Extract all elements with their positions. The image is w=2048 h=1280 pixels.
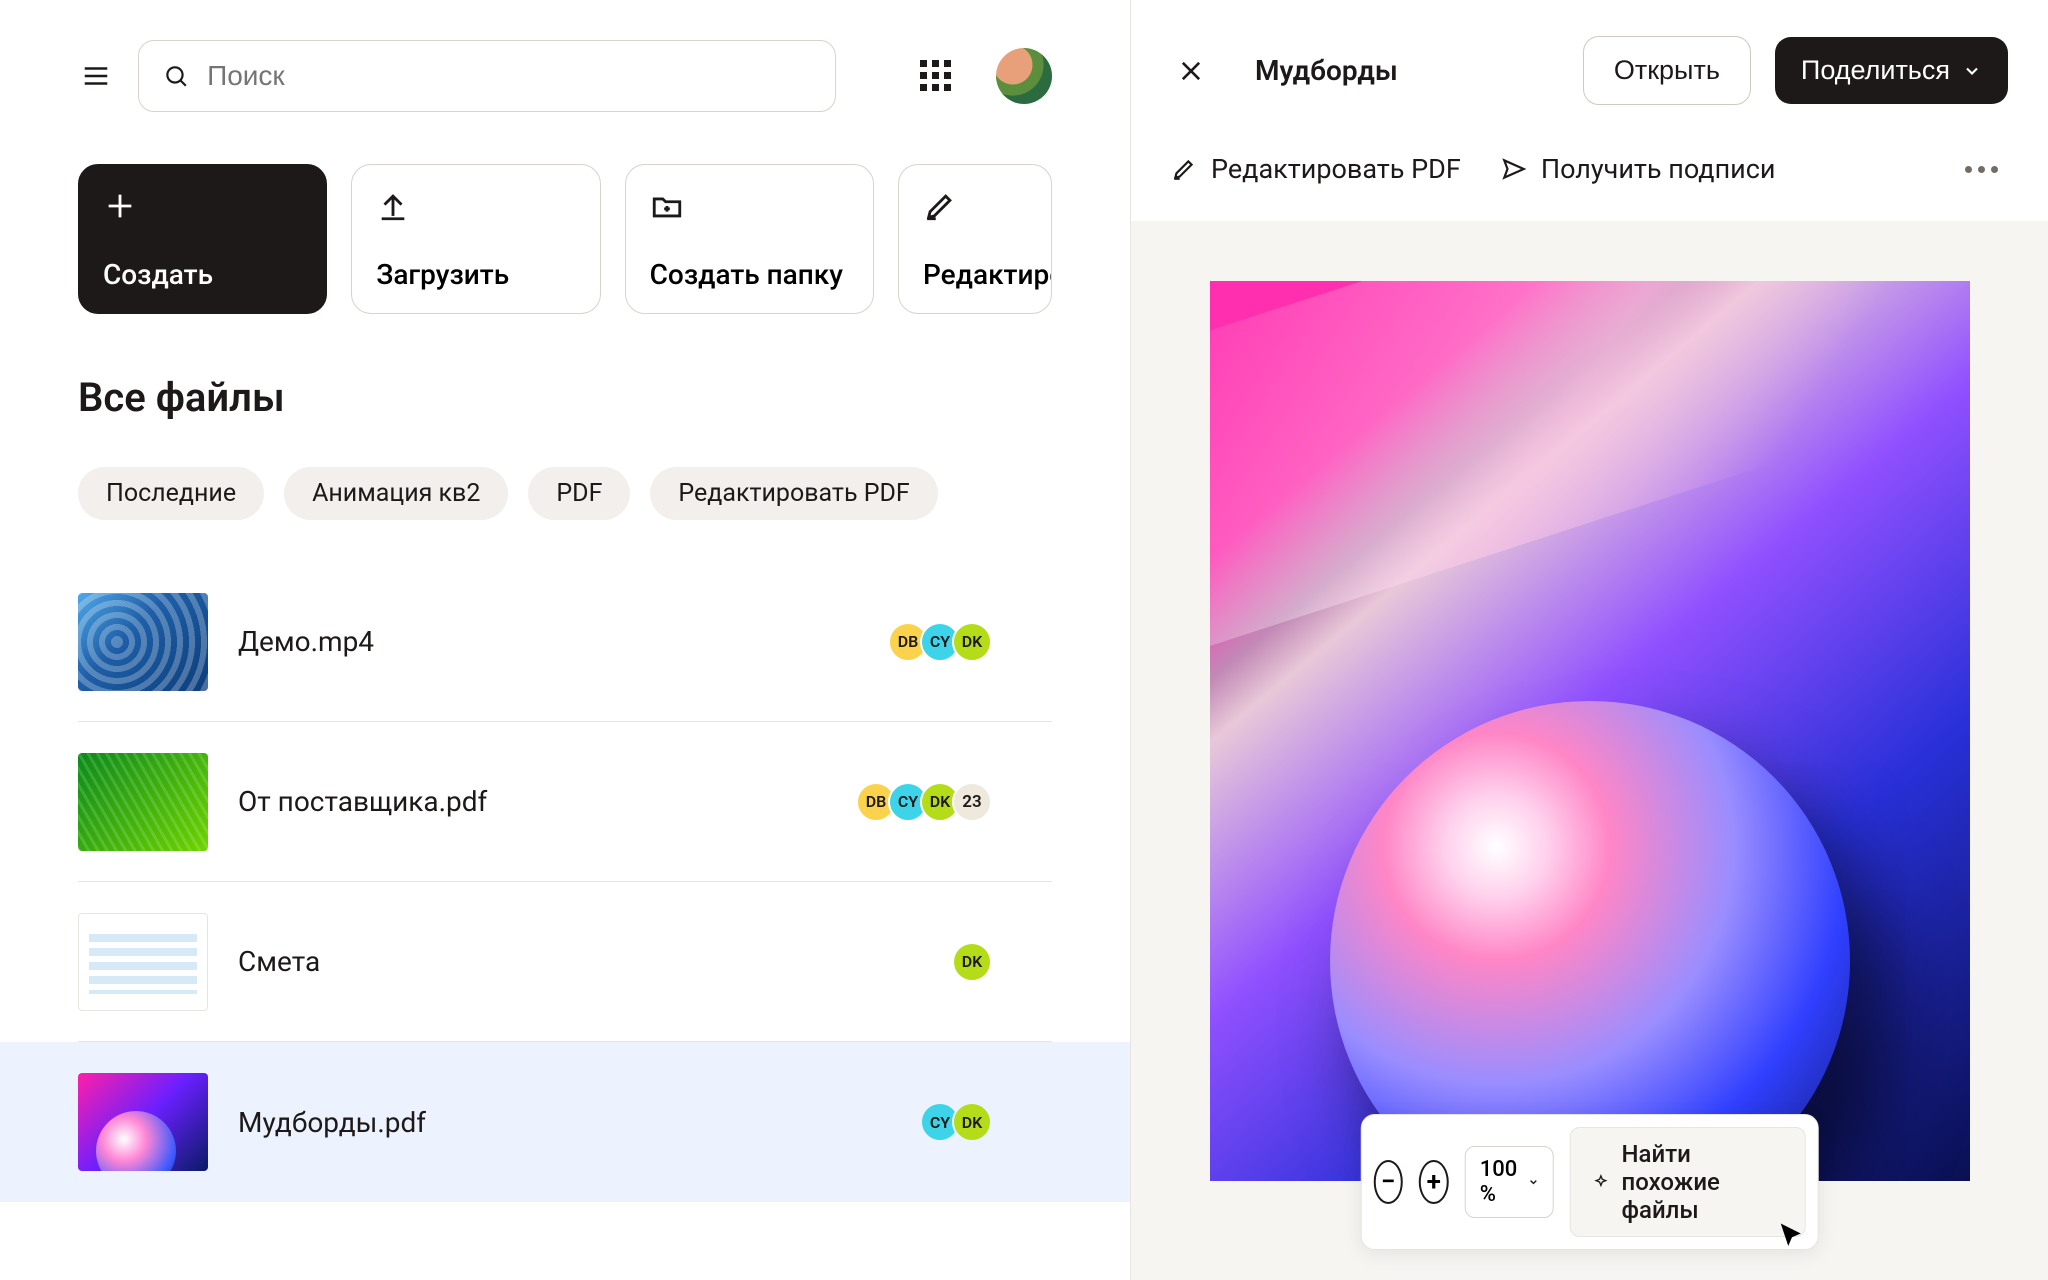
avatar-badge: DK <box>952 622 992 662</box>
chip-recent[interactable]: Последние <box>78 467 264 520</box>
edit-label: Редактиро <box>923 258 1027 291</box>
pencil-icon <box>1171 156 1197 182</box>
edit-pdf-label: Редактировать PDF <box>1211 153 1461 185</box>
pencil-icon <box>923 189 1027 231</box>
more-menu[interactable] <box>1955 156 2008 183</box>
open-button[interactable]: Открыть <box>1583 36 1751 105</box>
create-label: Создать <box>103 258 302 291</box>
chevron-down-icon <box>1528 1174 1539 1190</box>
file-name: Мудборды.pdf <box>238 1106 890 1139</box>
close-button[interactable] <box>1171 51 1211 91</box>
share-button[interactable]: Поделиться <box>1775 37 2008 104</box>
upload-label: Загрузить <box>376 258 575 291</box>
cursor-icon <box>1776 1221 1806 1255</box>
close-icon <box>1177 57 1205 85</box>
file-row[interactable]: Демо.mp4 DB CY DK <box>78 562 1052 722</box>
search-input[interactable] <box>207 60 811 92</box>
preview-toolbar: − + 100 % Найти похожие файлы <box>1360 1114 1819 1250</box>
apps-grid-icon[interactable] <box>920 60 952 92</box>
zoom-select[interactable]: 100 % <box>1465 1146 1555 1218</box>
file-name: Смета <box>238 945 922 978</box>
plus-icon <box>103 189 302 231</box>
chip-animation[interactable]: Анимация кв2 <box>284 467 508 520</box>
avatar-badge: DK <box>952 942 992 982</box>
preview-area: − + 100 % Найти похожие файлы <box>1131 221 2048 1280</box>
section-title: Все файлы <box>0 314 1130 421</box>
file-thumbnail <box>78 753 208 851</box>
file-row[interactable]: От поставщика.pdf DB CY DK 23 <box>78 722 1052 882</box>
create-folder-label: Создать папку <box>650 258 849 291</box>
chip-edit-pdf[interactable]: Редактировать PDF <box>650 467 937 520</box>
find-similar-button[interactable]: Найти похожие файлы <box>1570 1127 1806 1237</box>
chevron-down-icon <box>1962 61 1982 81</box>
send-icon <box>1501 156 1527 182</box>
file-thumbnail <box>78 593 208 691</box>
file-thumbnail <box>78 1073 208 1171</box>
folder-plus-icon <box>650 189 849 231</box>
edit-pdf-link[interactable]: Редактировать PDF <box>1171 153 1461 185</box>
share-label: Поделиться <box>1801 55 1950 86</box>
file-row-selected[interactable]: Мудборды.pdf CY DK <box>0 1042 1130 1202</box>
file-name: От поставщика.pdf <box>238 785 826 818</box>
file-collaborators: DB CY DK 23 <box>856 782 992 822</box>
file-collaborators: DK <box>952 942 992 982</box>
zoom-value: 100 % <box>1480 1157 1522 1207</box>
get-signatures-label: Получить подписи <box>1541 153 1776 185</box>
get-signatures-link[interactable]: Получить подписи <box>1501 153 1776 185</box>
file-list: Демо.mp4 DB CY DK От поставщика.pdf DB C… <box>0 520 1130 1202</box>
upload-button[interactable]: Загрузить <box>351 164 600 314</box>
file-thumbnail <box>78 913 208 1011</box>
find-similar-label: Найти похожие файлы <box>1622 1140 1783 1224</box>
sparkle-icon <box>1593 1169 1609 1195</box>
file-row[interactable]: Смета DK <box>78 882 1052 1042</box>
search-icon <box>163 62 189 90</box>
zoom-in-button[interactable]: + <box>1419 1160 1449 1204</box>
detail-title: Мудборды <box>1255 54 1559 87</box>
avatar-more-count: 23 <box>952 782 992 822</box>
edit-button[interactable]: Редактиро <box>898 164 1052 314</box>
file-collaborators: CY DK <box>920 1102 992 1142</box>
create-button[interactable]: Создать <box>78 164 327 314</box>
upload-icon <box>376 189 575 231</box>
user-avatar[interactable] <box>996 48 1052 104</box>
create-folder-button[interactable]: Создать папку <box>625 164 874 314</box>
search-field[interactable] <box>138 40 836 112</box>
file-name: Демо.mp4 <box>238 625 858 658</box>
zoom-out-button[interactable]: − <box>1373 1160 1403 1204</box>
avatar-badge: DK <box>952 1102 992 1142</box>
hamburger-menu[interactable] <box>78 58 114 94</box>
file-collaborators: DB CY DK <box>888 622 992 662</box>
chip-pdf[interactable]: PDF <box>528 467 630 520</box>
preview-image <box>1210 281 1970 1181</box>
